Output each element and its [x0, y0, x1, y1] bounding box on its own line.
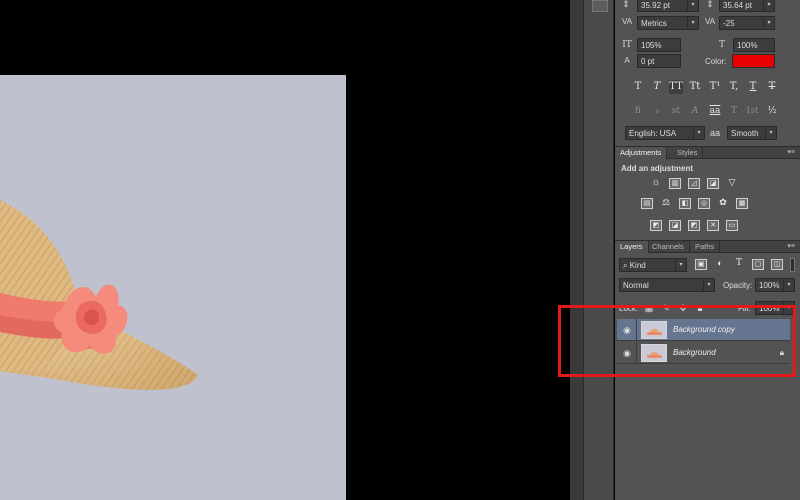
- pixel-layer-filter-icon[interactable]: ▣: [695, 259, 707, 270]
- collapsed-panel-icons: [584, 0, 614, 500]
- vertical-scale-icon: IT: [622, 40, 632, 50]
- text-color-swatch[interactable]: [732, 54, 775, 68]
- small-caps-button[interactable]: Tt: [688, 80, 702, 94]
- layer-filter-dropdown[interactable]: ⌕ Kind ▾: [619, 258, 687, 272]
- all-caps-button[interactable]: TT: [669, 80, 683, 94]
- red-highlight-box: [558, 305, 796, 377]
- straw-hat-image: [0, 200, 198, 390]
- superscript-button[interactable]: T¹: [708, 80, 722, 94]
- chevron-down-icon: ▾: [763, 17, 774, 29]
- chevron-down-icon: ▾: [693, 127, 704, 139]
- tab-styles[interactable]: Styles: [672, 147, 704, 159]
- chevron-down-icon: ▾: [703, 279, 714, 291]
- kerning-dropdown[interactable]: Metrics ▾: [637, 16, 699, 30]
- faux-italic-button[interactable]: T: [650, 80, 664, 94]
- vibrance-icon[interactable]: ▽: [726, 178, 738, 189]
- threshold-icon[interactable]: ◩: [688, 220, 700, 231]
- strikethrough-button[interactable]: T: [765, 80, 779, 94]
- opacity-label: Opacity:: [723, 281, 753, 290]
- character-panel-icon[interactable]: [592, 0, 608, 12]
- titling-alternates-button[interactable]: T: [727, 104, 741, 118]
- vertical-scale-input[interactable]: 105%: [637, 38, 681, 52]
- tab-adjustments[interactable]: Adjustments: [615, 147, 668, 159]
- color-lookup-icon[interactable]: ▦: [736, 198, 748, 209]
- leading-secondary-value: 35.64 pt: [723, 1, 752, 10]
- chevron-down-icon: ▾: [675, 259, 686, 271]
- leading-icon: ⇕: [622, 0, 630, 9]
- language-value: English: USA: [629, 129, 677, 138]
- tracking-value: -25: [723, 19, 735, 28]
- color-label: Color:: [705, 57, 727, 66]
- chevron-down-icon: ▾: [783, 279, 794, 291]
- selective-color-icon[interactable]: ✕: [707, 220, 719, 231]
- adjustments-heading: Add an adjustment: [621, 164, 694, 173]
- leading-secondary-dropdown[interactable]: 35.64 pt ▾: [719, 0, 775, 12]
- photo-filter-icon[interactable]: ◎: [698, 198, 710, 209]
- chevron-down-icon: ▾: [763, 0, 774, 11]
- horizontal-scale-input[interactable]: 100%: [733, 38, 775, 52]
- horizontal-scale-icon: T: [718, 40, 725, 50]
- chevron-down-icon: ▾: [687, 17, 698, 29]
- right-panels: ⇕ 35.92 pt ▾ ⇕ 35.64 pt ▾ VA Metrics ▾ V…: [615, 0, 800, 500]
- color-balance-icon[interactable]: ⚖: [660, 198, 672, 209]
- tab-layers[interactable]: Layers: [615, 241, 649, 253]
- antialias-value: Smooth: [731, 129, 759, 138]
- document-image[interactable]: [0, 75, 346, 500]
- leading-dropdown[interactable]: 35.92 pt ▾: [637, 0, 699, 12]
- canvas-area[interactable]: [0, 0, 570, 500]
- blend-mode-dropdown[interactable]: Normal ▾: [619, 278, 715, 292]
- adjustments-panel-tabs: Adjustments Styles ▾≡: [615, 146, 800, 159]
- layers-panel-tabs: Layers Channels Paths ▾≡: [615, 240, 800, 253]
- smart-object-filter-icon[interactable]: ◫: [771, 259, 783, 270]
- stylistic-alternates-button[interactable]: aa: [708, 104, 722, 118]
- baseline-shift-icon: A: [624, 56, 630, 65]
- old-style-button[interactable]: ℴ: [650, 104, 664, 118]
- faux-bold-button[interactable]: T: [631, 80, 645, 94]
- hue-saturation-icon[interactable]: ▤: [641, 198, 653, 209]
- swash-button[interactable]: A: [688, 104, 702, 118]
- chevron-down-icon: ▾: [687, 0, 698, 11]
- tracking-dropdown[interactable]: -25 ▾: [719, 16, 775, 30]
- layer-filter-value: Kind: [629, 261, 646, 270]
- fractions-button[interactable]: ½: [765, 104, 779, 118]
- baseline-shift-input[interactable]: 0 pt: [637, 54, 681, 68]
- language-dropdown[interactable]: English: USA ▾: [625, 126, 705, 140]
- subscript-button[interactable]: T,: [727, 80, 741, 94]
- exposure-icon[interactable]: ◪: [707, 178, 719, 189]
- panel-dock-strip: [570, 0, 584, 500]
- kerning-icon: VA: [621, 17, 633, 26]
- black-white-icon[interactable]: ◧: [679, 198, 691, 209]
- kerning-value: Metrics: [641, 19, 667, 28]
- blend-mode-value: Normal: [623, 281, 649, 290]
- invert-icon[interactable]: ◩: [650, 220, 662, 231]
- opacity-value: 100%: [759, 281, 780, 290]
- tab-paths[interactable]: Paths: [690, 241, 721, 253]
- posterize-icon[interactable]: ◪: [669, 220, 681, 231]
- leading-secondary-icon: ⇕: [706, 0, 714, 9]
- antialias-dropdown[interactable]: Smooth ▾: [727, 126, 777, 140]
- ligatures-button[interactable]: fi: [631, 104, 645, 118]
- channel-mixer-icon[interactable]: ✿: [717, 198, 729, 209]
- opacity-input[interactable]: 100% ▾: [755, 278, 795, 292]
- adjustment-layer-filter-icon[interactable]: ◐: [714, 259, 726, 270]
- panel-menu-icon[interactable]: ▾≡: [787, 242, 795, 250]
- chevron-down-icon: ▾: [765, 127, 776, 139]
- filter-toggle-switch[interactable]: [790, 258, 795, 272]
- panel-menu-icon[interactable]: ▾≡: [787, 148, 795, 156]
- antialias-label: aa: [710, 128, 721, 138]
- search-icon: ⌕: [623, 261, 628, 270]
- underline-button[interactable]: T: [746, 80, 760, 94]
- ordinals-button[interactable]: 1st: [745, 104, 759, 118]
- gradient-map-icon[interactable]: ▭: [726, 220, 738, 231]
- curves-icon[interactable]: ◿: [688, 178, 700, 189]
- discretionary-ligatures-button[interactable]: st: [669, 104, 683, 118]
- levels-icon[interactable]: ▥: [669, 178, 681, 189]
- tab-channels[interactable]: Channels: [647, 241, 690, 253]
- leading-value: 35.92 pt: [641, 1, 670, 10]
- shape-layer-filter-icon[interactable]: ▢: [752, 259, 764, 270]
- tracking-icon: VA: [704, 17, 716, 26]
- type-layer-filter-icon[interactable]: T: [733, 259, 745, 270]
- brightness-icon[interactable]: ☼: [650, 178, 662, 189]
